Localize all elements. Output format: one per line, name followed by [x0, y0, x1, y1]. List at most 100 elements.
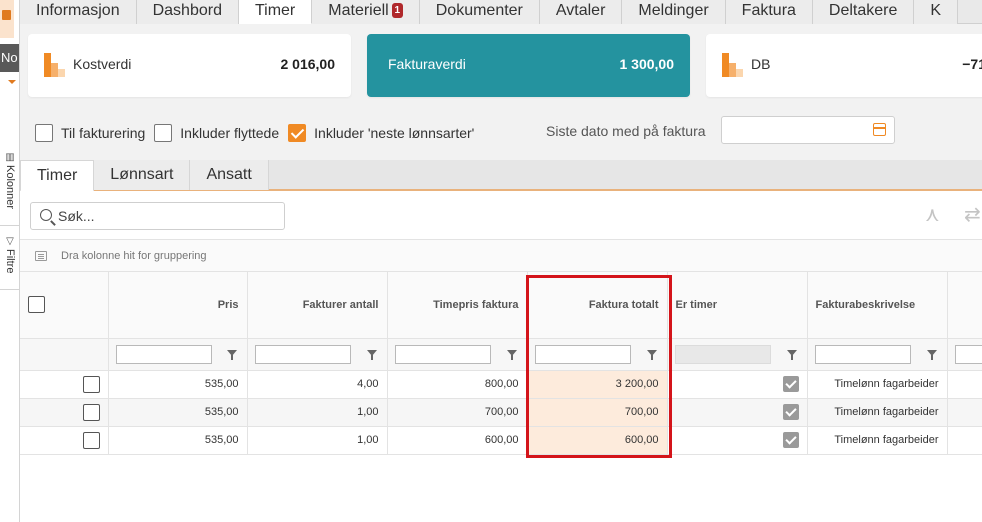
cell-totalt[interactable]: 700,00 — [527, 398, 668, 427]
cell-pris[interactable]: 535,00 — [108, 398, 248, 427]
filter-input-beskrivelse[interactable] — [814, 344, 911, 364]
col-header-fakturer-antall[interactable]: Fakturer antall — [247, 272, 388, 339]
rail-dark-label[interactable]: No — [0, 44, 19, 72]
filter-input-pris[interactable] — [115, 344, 212, 364]
select-all-header[interactable] — [20, 272, 109, 339]
filter-row: Til fakturering Inkluder flyttede Inklud… — [35, 120, 483, 146]
caret-down-icon[interactable] — [8, 80, 16, 84]
filter-input-timepris[interactable] — [394, 344, 491, 364]
subtab-timer[interactable]: Timer — [20, 160, 95, 192]
table-row[interactable]: 535,00 1,00 600,00 600,00 Timelønn fagar… — [20, 426, 982, 455]
tab-informasjon[interactable]: Informasjon — [20, 0, 137, 24]
sub-tab-bar: Timer Lønnsart Ansatt — [20, 160, 982, 192]
filter-icon[interactable] — [926, 349, 937, 360]
cell-timepris[interactable]: 700,00 — [387, 398, 528, 427]
filter-icon[interactable] — [226, 349, 237, 360]
row-checkbox[interactable] — [82, 403, 100, 421]
search-box[interactable] — [30, 202, 285, 230]
fakturaverdi-value: 1 300,00 — [619, 56, 675, 72]
cell-beskrivelse[interactable]: Timelønn fagarbeider — [807, 370, 948, 399]
tab-timer[interactable]: Timer — [238, 0, 313, 24]
bookmark-icon — [2, 10, 11, 20]
cell-er-timer — [667, 398, 808, 427]
inkluder-flyttede-label: Inkluder flyttede — [180, 125, 280, 141]
tab-meldinger[interactable]: Meldinger — [622, 0, 726, 24]
inkluder-flyttede-checkbox[interactable] — [154, 124, 173, 142]
header-row: Pris Fakturer antall Timepris faktura Fa… — [20, 272, 982, 339]
filters-panel-toggle[interactable]: ▽ Filtre — [0, 232, 19, 290]
cell-pris[interactable]: 535,00 — [108, 426, 248, 455]
filter-cell-beskrivelse — [807, 338, 948, 371]
cell-totalt[interactable]: 600,00 — [527, 426, 668, 455]
col-header-extra[interactable] — [947, 272, 982, 339]
tab-k[interactable]: K — [914, 0, 959, 24]
calendar-icon[interactable] — [873, 123, 886, 136]
cell-totalt[interactable]: 3 200,00 — [527, 370, 668, 399]
row-checkbox[interactable] — [82, 431, 100, 449]
cell-beskrivelse[interactable]: Timelønn fagarbeider — [807, 426, 948, 455]
select-all-checkbox[interactable] — [28, 296, 45, 314]
subtab-ansatt[interactable]: Ansatt — [190, 160, 269, 190]
cell-antall[interactable]: 1,00 — [247, 398, 388, 427]
tab-label: Faktura — [741, 2, 796, 19]
columns-panel-toggle[interactable]: ▥ Kolonner — [0, 148, 19, 226]
columns-icon: ▥ — [5, 152, 15, 163]
fakturaverdi-label: Fakturaverdi — [388, 56, 466, 72]
inkluder-neste-option[interactable]: Inkluder 'neste lønnsarter' — [288, 124, 474, 142]
filter-icon[interactable] — [646, 349, 657, 360]
filter-input-totalt[interactable] — [534, 344, 631, 364]
row-checkbox[interactable] — [82, 375, 100, 393]
filter-input-extra[interactable] — [954, 344, 982, 364]
inkluder-neste-label: Inkluder 'neste lønnsarter' — [314, 125, 475, 141]
filter-icon[interactable] — [786, 349, 797, 360]
tab-dashbord[interactable]: Dashbord — [136, 0, 239, 24]
col-header-timepris-faktura[interactable]: Timepris faktura — [387, 272, 528, 339]
table-row[interactable]: 535,00 4,00 800,00 3 200,00 Timelønn fag… — [20, 370, 982, 399]
filter-icon[interactable] — [506, 349, 517, 360]
cell-extra[interactable] — [947, 398, 982, 427]
filter-input-antall[interactable] — [254, 344, 351, 364]
swap-arrows-icon[interactable]: ⇄ — [964, 205, 981, 225]
cell-pris[interactable]: 535,00 — [108, 370, 248, 399]
rail-highlight[interactable] — [0, 0, 14, 38]
col-header-faktura-totalt[interactable]: Faktura totalt — [527, 272, 668, 339]
filter-icon[interactable] — [366, 349, 377, 360]
row-select-cell — [20, 426, 109, 455]
search-input[interactable] — [58, 206, 278, 226]
data-grid: Pris Fakturer antall Timepris faktura Fa… — [20, 272, 982, 455]
network-icon[interactable]: ⋏ — [925, 205, 940, 225]
cell-antall[interactable]: 4,00 — [247, 370, 388, 399]
db-card: DB −71 — [706, 34, 982, 97]
er-timer-checkbox — [782, 376, 799, 392]
cell-extra[interactable] — [947, 426, 982, 455]
til-fakturering-checkbox[interactable] — [35, 124, 53, 142]
inkluder-neste-checkbox[interactable] — [288, 124, 307, 142]
subtab-lonnsart[interactable]: Lønnsart — [94, 160, 191, 190]
row-select-cell — [20, 370, 109, 399]
tab-label: K — [930, 2, 942, 19]
col-header-fakturabeskrivelse[interactable]: Fakturabeskrivelse — [807, 272, 948, 339]
col-header-pris[interactable]: Pris — [108, 272, 248, 339]
filter-cell-timepris — [387, 338, 528, 371]
cell-beskrivelse[interactable]: Timelønn fagarbeider — [807, 398, 948, 427]
cell-timepris[interactable]: 600,00 — [387, 426, 528, 455]
cell-extra[interactable] — [947, 370, 982, 399]
siste-dato-input[interactable] — [721, 116, 895, 144]
er-timer-checkbox — [782, 404, 799, 420]
left-rail: No ▥ Kolonner ▽ Filtre — [0, 0, 20, 522]
cell-timepris[interactable]: 800,00 — [387, 370, 528, 399]
tab-faktura[interactable]: Faktura — [725, 0, 813, 24]
tab-label: Informasjon — [36, 2, 120, 19]
tab-dokumenter[interactable]: Dokumenter — [419, 0, 540, 24]
inkluder-flyttede-option[interactable]: Inkluder flyttede — [154, 124, 279, 142]
col-header-er-timer[interactable]: Er timer — [667, 272, 808, 339]
tab-materiell[interactable]: Materiell 1 — [312, 0, 420, 24]
til-fakturering-option[interactable]: Til fakturering — [35, 124, 145, 142]
group-drop-zone[interactable]: Dra kolonne hit for gruppering — [20, 239, 982, 272]
kostverdi-value: 2 016,00 — [280, 56, 336, 72]
cell-antall[interactable]: 1,00 — [247, 426, 388, 455]
tab-avtaler[interactable]: Avtaler — [539, 0, 623, 24]
tab-label: Meldinger — [638, 2, 709, 19]
tab-deltakere[interactable]: Deltakere — [812, 0, 915, 24]
table-row[interactable]: 535,00 1,00 700,00 700,00 Timelønn fagar… — [20, 398, 982, 427]
